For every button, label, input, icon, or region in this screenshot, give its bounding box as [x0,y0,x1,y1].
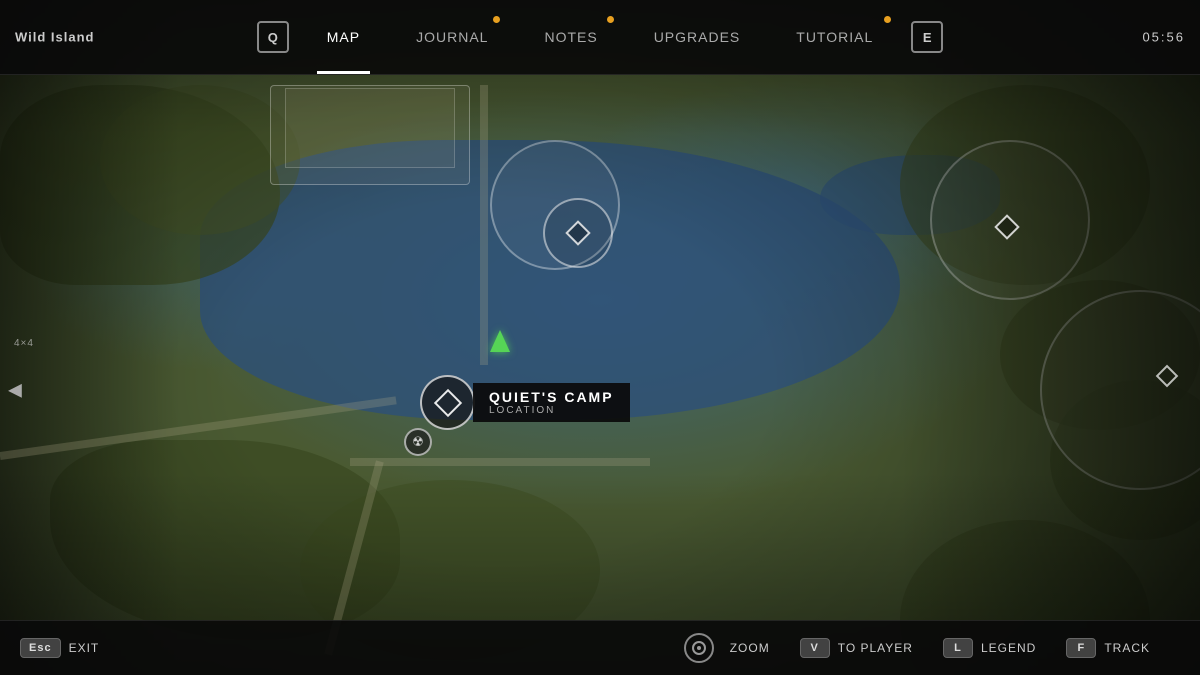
tab-journal[interactable]: Journal [388,0,516,74]
nav-key-left[interactable]: Q [257,21,289,53]
hazard-marker[interactable]: ☢ [404,428,432,456]
location-name: QUIET'S CAMP [489,389,614,405]
marker-right-top[interactable] [998,218,1016,236]
player-arrow-icon [490,330,510,352]
road-horizontal [350,458,650,466]
exit-btn[interactable]: Esc Exit [20,638,99,658]
esc-key: Esc [20,638,61,658]
location-tooltip[interactable]: QUIET'S CAMP LOCATION [420,375,630,430]
vehicle-label: 4×4 [14,338,34,349]
tooltip-diamond [433,388,461,416]
to-player-btn[interactable]: V To player [800,638,913,658]
tab-upgrades[interactable]: Upgrades [626,0,769,74]
tab-tutorial[interactable]: Tutorial [768,0,901,74]
zoom-label: Zoom [730,641,770,655]
exit-label: Exit [69,641,100,655]
top-bar: Wild Island Q Map Journal Notes Upgrades… [0,0,1200,75]
marker-center[interactable] [543,198,613,268]
notes-dot [607,16,614,23]
player-marker [490,330,510,352]
map-background[interactable]: QUIET'S CAMP LOCATION ☢ 4×4 [0,0,1200,675]
road-vertical [480,85,488,365]
journal-dot [493,16,500,23]
zoom-btn[interactable]: Zoom [684,633,770,663]
tooltip-box: QUIET'S CAMP LOCATION [473,383,630,422]
location-sub: LOCATION [489,405,614,416]
sidebar-left-arrow[interactable]: ◀ [8,380,22,401]
legend-btn[interactable]: L Legend [943,638,1036,658]
track-btn[interactable]: F Track [1066,638,1150,658]
tab-map[interactable]: Map [299,0,388,74]
v-key: V [800,638,830,658]
zoom-svg [691,640,707,656]
bottom-bar: Esc Exit Zoom V To player L Legend F Tra… [0,620,1200,675]
nav-key-right[interactable]: E [911,21,943,53]
to-player-label: To player [838,641,913,655]
structure-inner [285,88,455,168]
zoom-icon [684,633,714,663]
clock: 05:56 [1142,30,1185,45]
f-key: F [1066,638,1096,658]
tab-notes[interactable]: Notes [516,0,625,74]
nav-tabs: Q Map Journal Notes Upgrades Tutorial E [247,0,954,74]
location-name-header: Wild Island [15,30,95,45]
tutorial-dot [884,16,891,23]
tooltip-marker-icon [420,375,475,430]
legend-label: Legend [981,641,1036,655]
track-label: Track [1104,641,1150,655]
l-key: L [943,638,973,658]
